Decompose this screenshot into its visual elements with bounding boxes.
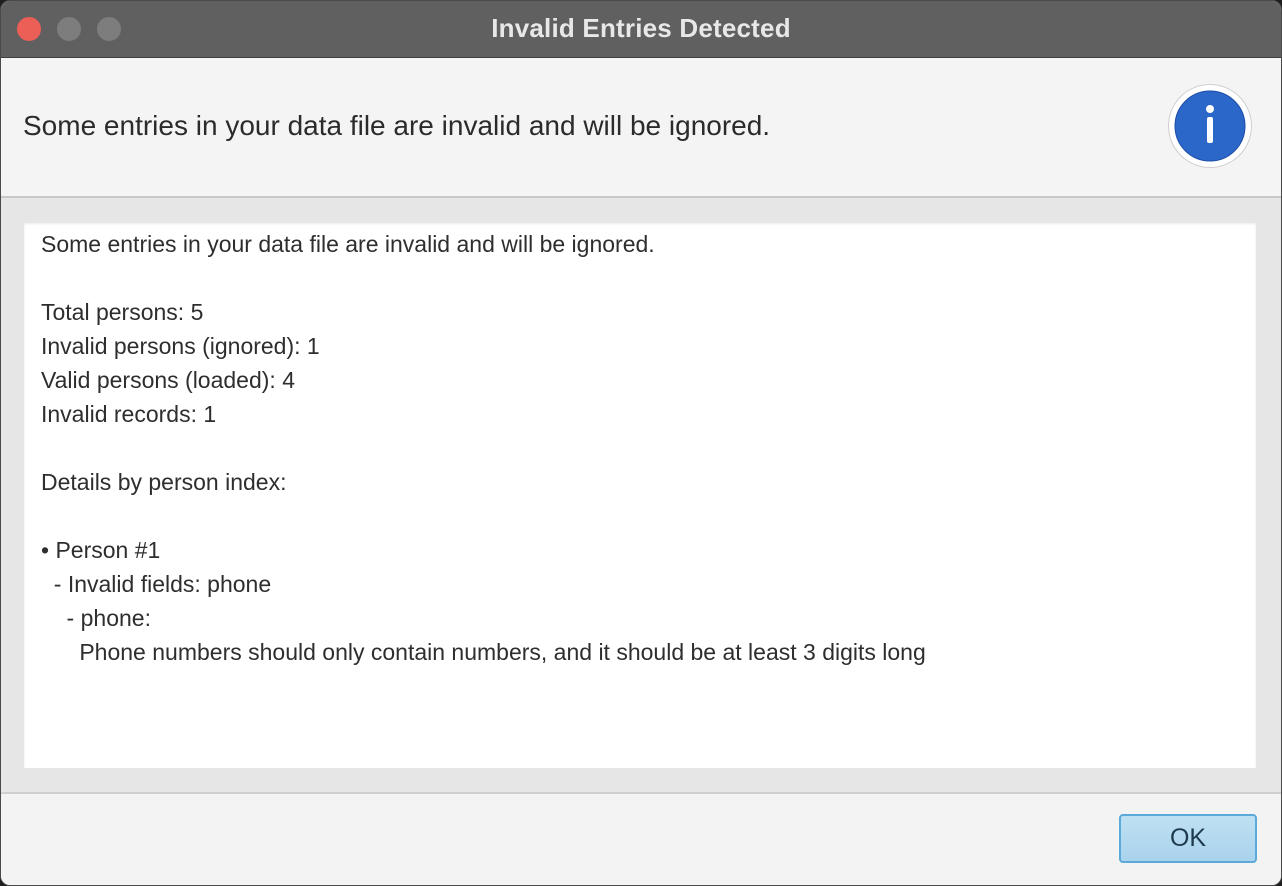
header-message: Some entries in your data file are inval… xyxy=(23,110,771,141)
details-line: Invalid records: 1 xyxy=(41,401,217,427)
details-line: Phone numbers should only contain number… xyxy=(41,639,926,665)
dialog-footer: OK xyxy=(1,794,1281,885)
details-line: Invalid persons (ignored): 1 xyxy=(41,333,320,359)
details-line: Details by person index: xyxy=(41,469,287,495)
details-line: Valid persons (loaded): 4 xyxy=(41,367,295,393)
details-line: - Invalid fields: phone xyxy=(41,571,272,597)
details-line: Some entries in your data file are inval… xyxy=(41,231,655,257)
details-line: • Person #1 xyxy=(41,537,161,563)
details-text-area[interactable]: Some entries in your data file are inval… xyxy=(24,223,1256,768)
dialog-window: Invalid Entries Detected Some entries in… xyxy=(0,0,1282,886)
details-content-area: Some entries in your data file are inval… xyxy=(1,198,1281,794)
window-title: Invalid Entries Detected xyxy=(491,13,791,43)
info-icon xyxy=(1169,85,1251,167)
details-line: - phone: xyxy=(41,605,151,631)
title-bar[interactable]: Invalid Entries Detected xyxy=(1,1,1281,58)
details-line: Total persons: 5 xyxy=(41,299,204,325)
ok-button[interactable]: OK xyxy=(1119,814,1257,863)
dialog-header: Some entries in your data file are inval… xyxy=(1,58,1281,198)
